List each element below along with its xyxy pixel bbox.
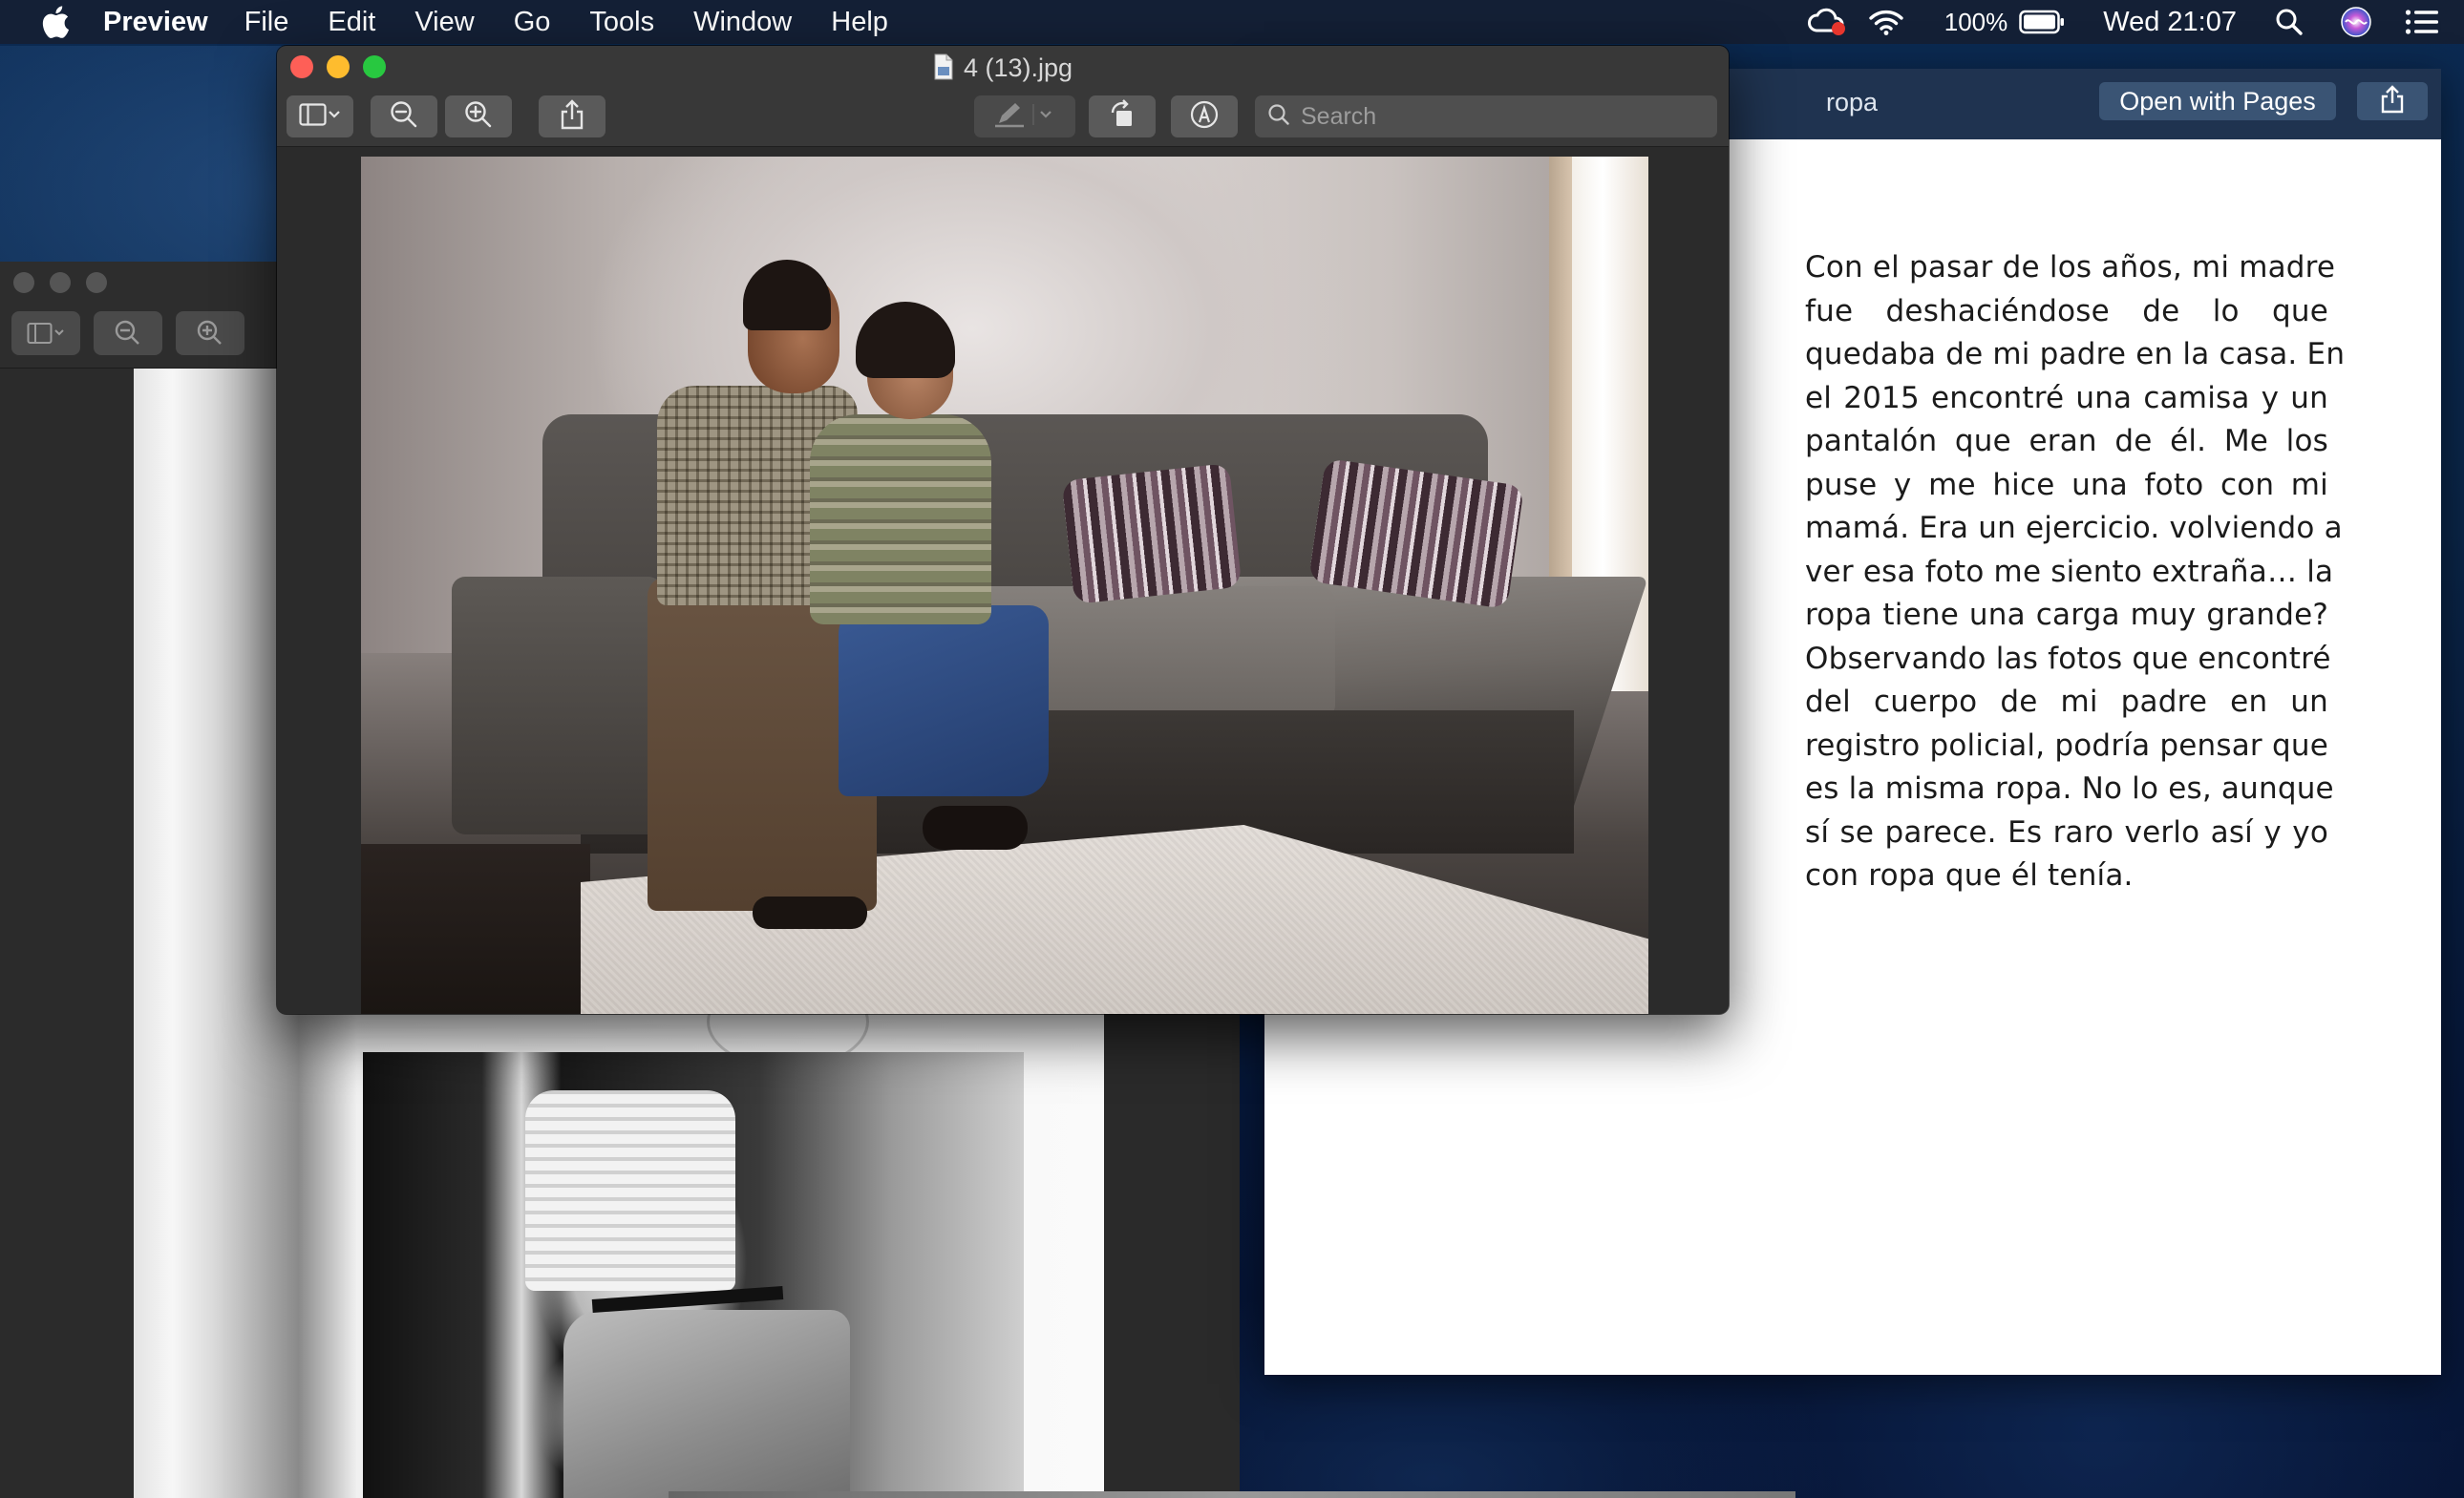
document-title: ropa	[1826, 88, 1879, 116]
share-icon	[2380, 84, 2405, 118]
document-line: es la misma ropa. No lo es, aunque	[1805, 771, 2334, 806]
battery-icon[interactable]	[2019, 10, 2065, 34]
document-line: ropa tiene una carga muy grande?	[1805, 598, 2328, 632]
markup-icon	[1189, 99, 1220, 135]
sidebar-toggle-icon	[299, 102, 341, 132]
search-input[interactable]	[1301, 102, 1702, 131]
background-preview-window	[0, 262, 277, 369]
background-window-gutter	[1104, 1014, 1240, 1498]
document-line: el 2015 encontré una camisa y un	[1805, 380, 2328, 415]
window-title: 4 (13).jpg	[277, 53, 1729, 87]
zoom-in-button[interactable]	[445, 95, 512, 137]
share-button[interactable]	[539, 95, 605, 137]
preview-toolbar	[277, 88, 1729, 147]
person-shoes	[923, 806, 1028, 850]
creative-cloud-icon[interactable]	[1807, 8, 1847, 36]
open-with-pages-button[interactable]: Open with Pages	[2099, 82, 2336, 120]
inactive-minimize-button[interactable]	[50, 272, 71, 293]
person-shoes	[753, 897, 867, 929]
inactive-maximize-button[interactable]	[86, 272, 107, 293]
spotlight-search-icon[interactable]	[2275, 8, 2304, 36]
background-zoom-in-button[interactable]	[176, 311, 244, 355]
document-line: pantalón que eran de él. Me los	[1805, 424, 2328, 458]
menu-edit[interactable]: Edit	[328, 7, 375, 38]
document-line: con ropa que él tenía.	[1805, 858, 2134, 893]
document-line: Con el pasar de los años, mi madre	[1805, 250, 2336, 285]
document-line: puse y me hice una foto con mi	[1805, 467, 2328, 502]
zoom-out-icon	[389, 99, 419, 135]
person-jeans	[839, 605, 1049, 796]
markup-toolbar-button[interactable]	[1171, 95, 1238, 137]
displayed-photo[interactable]	[361, 157, 1648, 1014]
document-line: ver esa foto me siento extraña… la	[1805, 554, 2334, 589]
photo-shirt	[525, 1090, 735, 1291]
document-line: registro policial, podría pensar que	[1805, 728, 2328, 763]
notification-center-icon[interactable]	[2405, 9, 2439, 35]
menu-file[interactable]: File	[244, 7, 289, 38]
photo-pants	[563, 1310, 850, 1498]
document-line: del cuerpo de mi padre en un	[1805, 685, 2328, 719]
person-striped-sweater	[810, 414, 991, 624]
markup-pen-button[interactable]	[974, 95, 1075, 137]
menu-window[interactable]: Window	[693, 7, 792, 38]
wifi-icon[interactable]	[1868, 8, 1904, 36]
document-line: mamá. Era un ejercicio. volviendo a	[1805, 511, 2343, 545]
photo-sofa-arm	[452, 577, 662, 834]
rotate-button[interactable]	[1089, 95, 1156, 137]
window-title-text: 4 (13).jpg	[963, 53, 1073, 82]
rotate-left-icon	[1107, 98, 1137, 135]
image-canvas	[277, 147, 1729, 1014]
photo-floor	[361, 844, 590, 1014]
background-window-toolbar	[0, 311, 277, 355]
menu-tools[interactable]: Tools	[589, 7, 654, 38]
menubar-clock[interactable]: Wed 21:07	[2103, 7, 2237, 38]
apple-logo-icon[interactable]	[34, 1, 76, 43]
document-body-text: Con el pasar de los años, mi madre fue d…	[1805, 246, 2346, 898]
zoom-out-button[interactable]	[371, 95, 437, 137]
search-icon	[1266, 102, 1291, 132]
background-sidebar-button[interactable]	[11, 311, 80, 355]
menu-app-name[interactable]: Preview	[103, 7, 208, 38]
document-line: quedaba de mi padre en la casa. En	[1805, 337, 2346, 371]
police-record-photo	[363, 1052, 1024, 1498]
document-line: fue deshaciéndose de lo que	[1805, 293, 2328, 328]
menu-view[interactable]: View	[414, 7, 474, 38]
zoom-in-icon	[463, 99, 494, 135]
preview-window: 4 (13).jpg	[277, 46, 1729, 1014]
background-window-titlebar	[0, 262, 277, 304]
jpeg-file-icon	[933, 53, 954, 87]
menu-bar: Preview File Edit View Go Tools Window H…	[0, 0, 2464, 44]
pen-icon	[991, 100, 1058, 134]
document-share-button[interactable]	[2357, 82, 2428, 120]
battery-percent: 100%	[1944, 7, 2008, 36]
search-field[interactable]	[1255, 95, 1717, 137]
sidebar-toggle-button[interactable]	[287, 95, 353, 137]
inactive-close-button[interactable]	[13, 272, 34, 293]
preview-titlebar[interactable]: 4 (13).jpg	[277, 46, 1729, 88]
background-zoom-out-button[interactable]	[94, 311, 162, 355]
document-line: Observando las fotos que encontré	[1805, 641, 2331, 676]
document-line: sí se parece. Es raro verlo así y yo	[1805, 814, 2328, 850]
dock-edge	[669, 1491, 1795, 1498]
menu-help[interactable]: Help	[831, 7, 888, 38]
photo-striped-pillow	[1061, 463, 1243, 604]
share-icon	[559, 98, 585, 135]
siri-icon[interactable]	[2340, 6, 2372, 38]
menu-go[interactable]: Go	[514, 7, 551, 38]
